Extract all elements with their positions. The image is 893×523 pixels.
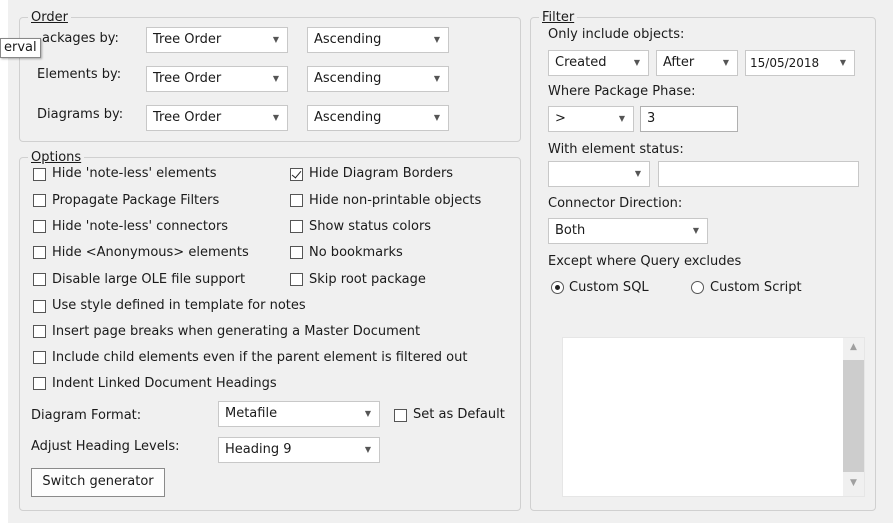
filter-legend: Filter	[542, 10, 575, 25]
except-query-label: Except where Query excludes	[548, 254, 742, 269]
element-status-input[interactable]	[658, 161, 859, 187]
no-bookmarks-label: No bookmarks	[309, 245, 403, 260]
chevron-down-icon: ▼	[433, 113, 440, 122]
only-include-label: Only include objects:	[548, 27, 685, 42]
elements-direction-value: Ascending	[314, 71, 382, 86]
after-value: After	[663, 55, 695, 70]
disable-ole-support-label: Disable large OLE file support	[52, 272, 246, 287]
phase-operator-value: >	[555, 111, 566, 126]
set-as-default-label: Set as Default	[413, 407, 505, 422]
show-status-colors-checkbox[interactable]	[290, 220, 303, 233]
hide-anonymous-elements-label: Hide <Anonymous> elements	[52, 245, 249, 260]
connector-direction-label: Connector Direction:	[548, 196, 683, 211]
elements-direction-select[interactable]: Ascending ▼	[307, 66, 449, 92]
indent-linked-headings-checkbox[interactable]	[33, 377, 46, 390]
hide-noteless-connectors-label: Hide 'note-less' connectors	[52, 219, 229, 234]
skip-root-package-label: Skip root package	[309, 272, 426, 287]
date-value: 15/05/2018	[750, 56, 820, 70]
diagram-format-label: Diagram Format:	[31, 408, 142, 423]
insert-page-breaks-checkbox[interactable]	[33, 325, 46, 338]
set-as-default-checkbox[interactable]	[394, 409, 407, 422]
heading-levels-select[interactable]: Heading 9 ▼	[218, 437, 380, 463]
scroll-thumb[interactable]	[843, 360, 864, 472]
custom-script-radio[interactable]	[691, 281, 704, 294]
diagrams-by-label: Diagrams by:	[37, 107, 124, 122]
chevron-down-icon: ▼	[272, 74, 279, 83]
order-legend: Order	[31, 10, 68, 25]
packages-sort-value: Tree Order	[153, 32, 222, 47]
diagram-format-select[interactable]: Metafile ▼	[218, 401, 380, 427]
hide-diagram-borders-checkbox[interactable]	[290, 168, 303, 181]
custom-script-label: Custom Script	[710, 280, 802, 295]
date-picker[interactable]: 15/05/2018 ▼	[745, 50, 855, 76]
diagrams-sort-select[interactable]: Tree Order ▼	[146, 105, 288, 131]
hide-noteless-connectors-checkbox[interactable]	[33, 220, 46, 233]
chevron-down-icon: ▼	[433, 74, 440, 83]
propagate-package-filters-label: Propagate Package Filters	[52, 193, 220, 208]
chevron-down-icon: ▼	[364, 445, 371, 454]
custom-sql-label: Custom SQL	[569, 280, 649, 295]
query-scrollbar[interactable]: ▲ ▼	[843, 338, 864, 496]
diagrams-sort-value: Tree Order	[153, 110, 222, 125]
include-child-elements-label: Include child elements even if the paren…	[52, 350, 468, 365]
custom-sql-radio[interactable]	[551, 281, 564, 294]
indent-linked-headings-label: Indent Linked Document Headings	[52, 376, 277, 391]
options-legend: Options	[31, 150, 82, 165]
switch-generator-button[interactable]: Switch generator	[31, 468, 165, 497]
scroll-down-arrow-icon[interactable]: ▼	[845, 478, 862, 488]
created-value: Created	[555, 55, 607, 70]
tooltip: erval	[0, 38, 41, 58]
connector-direction-select[interactable]: Both ▼	[548, 218, 708, 244]
elements-sort-select[interactable]: Tree Order ▼	[146, 66, 288, 92]
insert-page-breaks-label: Insert page breaks when generating a Mas…	[52, 324, 421, 339]
diagrams-direction-value: Ascending	[314, 110, 382, 125]
use-template-style-label: Use style defined in template for notes	[52, 298, 306, 313]
disable-ole-support-checkbox[interactable]	[33, 273, 46, 286]
packages-by-label: ackages by:	[42, 31, 119, 46]
hide-nonprintable-objects-checkbox[interactable]	[290, 194, 303, 207]
packages-direction-value: Ascending	[314, 32, 382, 47]
chevron-down-icon: ▼	[433, 35, 440, 44]
connector-direction-value: Both	[555, 223, 586, 238]
elements-sort-value: Tree Order	[153, 71, 222, 86]
scroll-up-arrow-icon[interactable]: ▲	[845, 342, 862, 352]
chevron-down-icon: ▼	[692, 226, 699, 235]
no-bookmarks-checkbox[interactable]	[290, 246, 303, 259]
chevron-down-icon: ▼	[364, 409, 371, 418]
hide-noteless-elements-label: Hide 'note-less' elements	[52, 166, 217, 181]
element-status-label: With element status:	[548, 142, 684, 157]
chevron-down-icon: ▼	[272, 35, 279, 44]
diagram-format-value: Metafile	[225, 406, 278, 421]
chevron-down-icon: ▼	[722, 58, 729, 67]
chevron-down-icon: ▼	[618, 114, 625, 123]
hide-anonymous-elements-checkbox[interactable]	[33, 246, 46, 259]
package-phase-label: Where Package Phase:	[548, 84, 696, 99]
skip-root-package-checkbox[interactable]	[290, 273, 303, 286]
query-text-area[interactable]	[562, 337, 865, 497]
chevron-down-icon: ▼	[835, 51, 846, 75]
include-child-elements-checkbox[interactable]	[33, 351, 46, 364]
heading-levels-label: Adjust Heading Levels:	[31, 439, 180, 454]
packages-sort-select[interactable]: Tree Order ▼	[146, 27, 288, 53]
show-status-colors-label: Show status colors	[309, 219, 432, 234]
elements-by-label: Elements by:	[37, 67, 122, 82]
diagrams-direction-select[interactable]: Ascending ▼	[307, 105, 449, 131]
chevron-down-icon: ▼	[272, 113, 279, 122]
heading-levels-value: Heading 9	[225, 442, 292, 457]
phase-value-input[interactable]: 3	[640, 106, 738, 132]
hide-noteless-elements-checkbox[interactable]	[33, 168, 46, 181]
packages-direction-select[interactable]: Ascending ▼	[307, 27, 449, 53]
created-select[interactable]: Created ▼	[548, 50, 649, 76]
hide-nonprintable-objects-label: Hide non-printable objects	[309, 193, 482, 208]
hide-diagram-borders-label: Hide Diagram Borders	[309, 166, 454, 181]
element-status-select[interactable]: ▼	[548, 161, 650, 187]
chevron-down-icon: ▼	[633, 58, 640, 67]
use-template-style-checkbox[interactable]	[33, 300, 46, 313]
phase-operator-select[interactable]: > ▼	[548, 106, 634, 132]
after-select[interactable]: After ▼	[656, 50, 738, 76]
propagate-package-filters-checkbox[interactable]	[33, 194, 46, 207]
chevron-down-icon: ▼	[634, 169, 641, 178]
